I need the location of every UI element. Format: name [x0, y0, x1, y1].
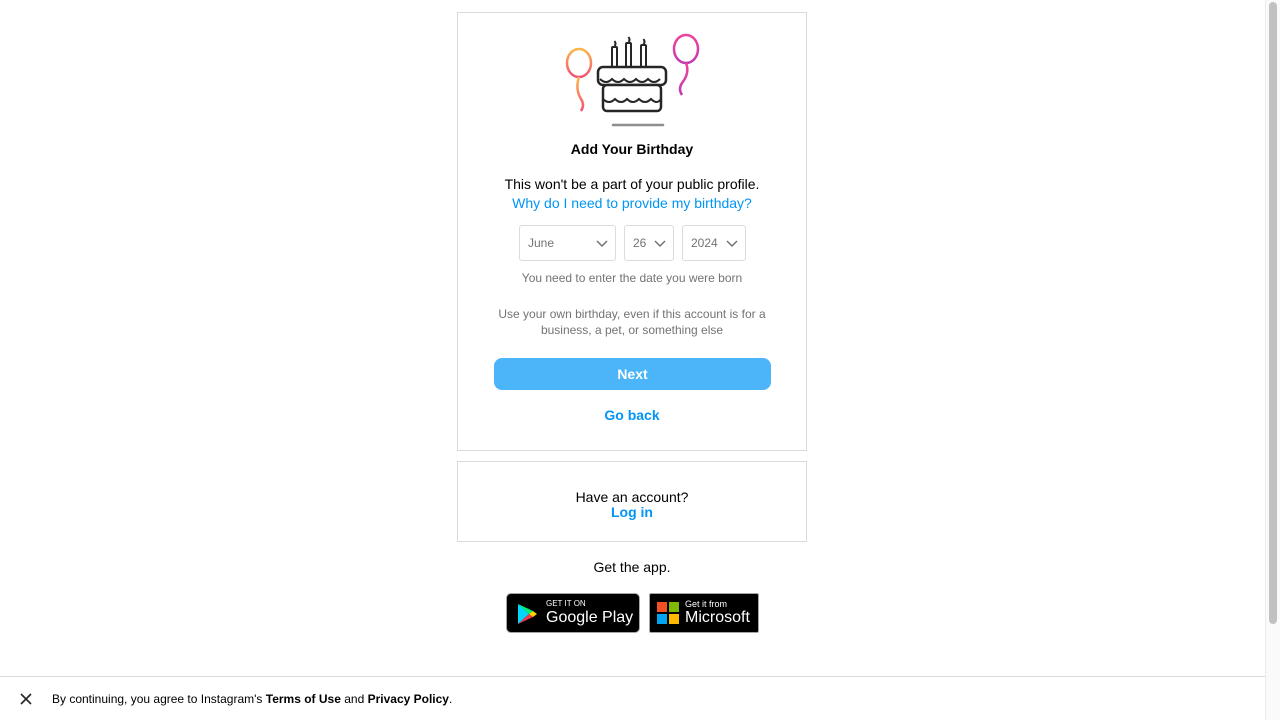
- ms-badge-big: Microsoft: [685, 609, 750, 626]
- chevron-down-icon: [596, 240, 608, 248]
- privacy-link[interactable]: Privacy Policy: [368, 692, 449, 706]
- microsoft-store-badge[interactable]: Get it from Microsoft: [649, 593, 759, 633]
- next-button[interactable]: Next: [494, 358, 771, 390]
- day-select[interactable]: 26: [624, 225, 674, 261]
- page-title: Add Your Birthday: [570, 141, 694, 157]
- footer-prefix: By continuing, you agree to Instagram's: [52, 692, 266, 706]
- go-back-link[interactable]: Go back: [458, 407, 806, 423]
- consent-footer: By continuing, you agree to Instagram's …: [0, 676, 1265, 720]
- google-badge-big: Google Play: [546, 609, 634, 626]
- chevron-down-icon: [654, 240, 666, 248]
- year-select[interactable]: 2024: [682, 225, 746, 261]
- birthday-selects: June 26 2024: [519, 225, 746, 261]
- close-icon[interactable]: [19, 692, 33, 706]
- google-play-icon: [518, 604, 537, 624]
- why-birthday-link[interactable]: Why do I need to provide my birthday?: [458, 195, 806, 211]
- footer-suffix: .: [448, 692, 453, 706]
- vertical-scrollbar[interactable]: [1265, 0, 1280, 720]
- login-link[interactable]: Log in: [458, 504, 806, 520]
- google-play-badge[interactable]: GET IT ON Google Play: [506, 593, 640, 633]
- year-value: 2024: [691, 236, 718, 250]
- day-value: 26: [633, 236, 647, 250]
- chevron-down-icon: [726, 240, 738, 248]
- terms-link[interactable]: Terms of Use: [266, 692, 341, 706]
- month-value: June: [528, 236, 555, 250]
- login-card: Have an account? Log in: [457, 461, 807, 542]
- birthday-info-text: Use your own birthday, even if this acco…: [498, 307, 766, 337]
- birthday-error-hint: You need to enter the date you were born: [521, 271, 743, 285]
- ms-badge-small: Get it from: [685, 599, 728, 609]
- microsoft-logo-icon: [657, 602, 679, 624]
- have-account-text: Have an account?: [575, 489, 689, 505]
- birthday-card: Add Your Birthday This won't be a part o…: [457, 12, 807, 451]
- footer-consent-text: By continuing, you agree to Instagram's …: [52, 692, 452, 706]
- scrollbar-thumb[interactable]: [1269, 2, 1277, 624]
- birthday-cake-balloons-icon: [565, 33, 700, 127]
- month-select[interactable]: June: [519, 225, 616, 261]
- google-badge-small: GET IT ON: [546, 599, 586, 608]
- get-app-text: Get the app.: [593, 559, 671, 575]
- footer-and: and: [340, 692, 368, 706]
- subtitle-text: This won't be a part of your public prof…: [504, 176, 760, 192]
